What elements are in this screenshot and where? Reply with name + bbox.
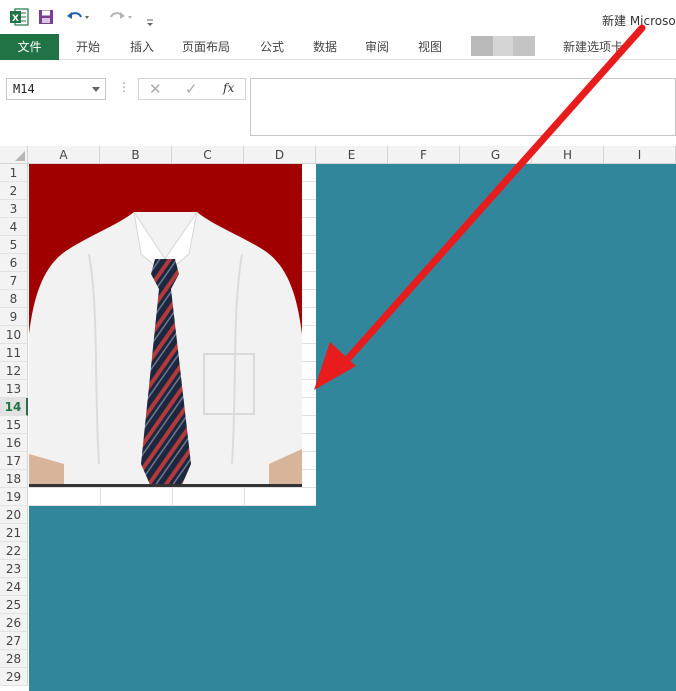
redo-icon[interactable] xyxy=(106,9,136,29)
row-header[interactable]: 24 xyxy=(0,578,28,596)
blurred-tab-block xyxy=(471,36,493,56)
column-header-i[interactable]: I xyxy=(604,146,676,164)
save-icon[interactable] xyxy=(38,9,54,29)
blurred-tab-block xyxy=(493,36,513,56)
enter-icon[interactable]: ✓ xyxy=(185,80,198,98)
teal-fill-region xyxy=(29,506,676,691)
row-header[interactable]: 18 xyxy=(0,470,28,488)
name-box-value: M14 xyxy=(13,82,35,96)
row-header[interactable]: 28 xyxy=(0,650,28,668)
column-header-e[interactable]: E xyxy=(316,146,388,164)
tab-home[interactable]: 开始 xyxy=(66,34,110,60)
name-box[interactable]: M14 xyxy=(6,78,106,100)
tab-view[interactable]: 视图 xyxy=(408,34,452,60)
tab-review[interactable]: 审阅 xyxy=(355,34,399,60)
row-header[interactable]: 8 xyxy=(0,290,28,308)
tab-formulas[interactable]: 公式 xyxy=(250,34,294,60)
row-header[interactable]: 9 xyxy=(0,308,28,326)
undo-icon[interactable] xyxy=(66,9,90,29)
tab-new-tab[interactable]: 新建选项卡 xyxy=(553,34,633,60)
row-header[interactable]: 12 xyxy=(0,362,28,380)
formula-input[interactable] xyxy=(250,78,676,136)
column-header-a[interactable]: A xyxy=(28,146,100,164)
row-header[interactable]: 23 xyxy=(0,560,28,578)
column-header-c[interactable]: C xyxy=(172,146,244,164)
row-header[interactable]: 26 xyxy=(0,614,28,632)
row-header[interactable]: 20 xyxy=(0,506,28,524)
formula-bar-buttons: ✕ ✓ fx xyxy=(138,78,246,100)
window-title: 新建 Microso xyxy=(602,14,676,28)
select-all-triangle-icon xyxy=(15,151,25,161)
formula-bar-grip-icon[interactable]: ⋮ xyxy=(118,80,130,94)
shirt-tie-photo[interactable] xyxy=(29,164,302,487)
row-header[interactable]: 10 xyxy=(0,326,28,344)
row-header[interactable]: 15 xyxy=(0,416,28,434)
tab-file[interactable]: 文件 xyxy=(0,34,59,60)
row-header[interactable]: 22 xyxy=(0,542,28,560)
svg-text:X: X xyxy=(12,14,19,24)
column-header-d[interactable]: D xyxy=(244,146,316,164)
row-header[interactable]: 19 xyxy=(0,488,28,506)
column-header-h[interactable]: H xyxy=(532,146,604,164)
row-header[interactable]: 21 xyxy=(0,524,28,542)
tab-page-layout[interactable]: 页面布局 xyxy=(172,34,240,60)
insert-function-icon[interactable]: fx xyxy=(223,81,234,95)
row-header[interactable]: 16 xyxy=(0,434,28,452)
row-header[interactable]: 29 xyxy=(0,668,28,686)
row-header[interactable]: 25 xyxy=(0,596,28,614)
cancel-icon[interactable]: ✕ xyxy=(149,80,162,98)
blurred-tab-block xyxy=(513,36,535,56)
row-header[interactable]: 13 xyxy=(0,380,28,398)
column-header-g[interactable]: G xyxy=(460,146,532,164)
row-header[interactable]: 6 xyxy=(0,254,28,272)
row-header[interactable]: 2 xyxy=(0,182,28,200)
excel-logo-icon[interactable]: X xyxy=(9,7,29,31)
row-header[interactable]: 5 xyxy=(0,236,28,254)
select-all-button[interactable] xyxy=(0,146,28,164)
row-header[interactable]: 7 xyxy=(0,272,28,290)
gridline xyxy=(29,487,316,488)
ribbon-tabs: 文件 开始 插入 页面布局 公式 数据 审阅 视图 新建选项卡 xyxy=(0,34,676,60)
row-header[interactable]: 11 xyxy=(0,344,28,362)
excel-window: X 新建 Microso 文件 开始 插入 页面布局 公式 数据 审阅 视图 新… xyxy=(0,0,676,691)
chevron-down-icon[interactable] xyxy=(92,87,100,92)
column-header-b[interactable]: B xyxy=(100,146,172,164)
row-header-active[interactable]: 14 xyxy=(0,398,28,416)
customize-qat-icon[interactable] xyxy=(145,13,155,32)
quick-access-toolbar: X 新建 Microso xyxy=(0,0,676,34)
row-header[interactable]: 1 xyxy=(0,164,28,182)
row-header[interactable]: 27 xyxy=(0,632,28,650)
row-header[interactable]: 4 xyxy=(0,218,28,236)
row-header[interactable]: 3 xyxy=(0,200,28,218)
teal-fill-region xyxy=(316,164,676,506)
row-header[interactable]: 17 xyxy=(0,452,28,470)
tab-data[interactable]: 数据 xyxy=(303,34,347,60)
tab-insert[interactable]: 插入 xyxy=(120,34,164,60)
column-header-f[interactable]: F xyxy=(388,146,460,164)
